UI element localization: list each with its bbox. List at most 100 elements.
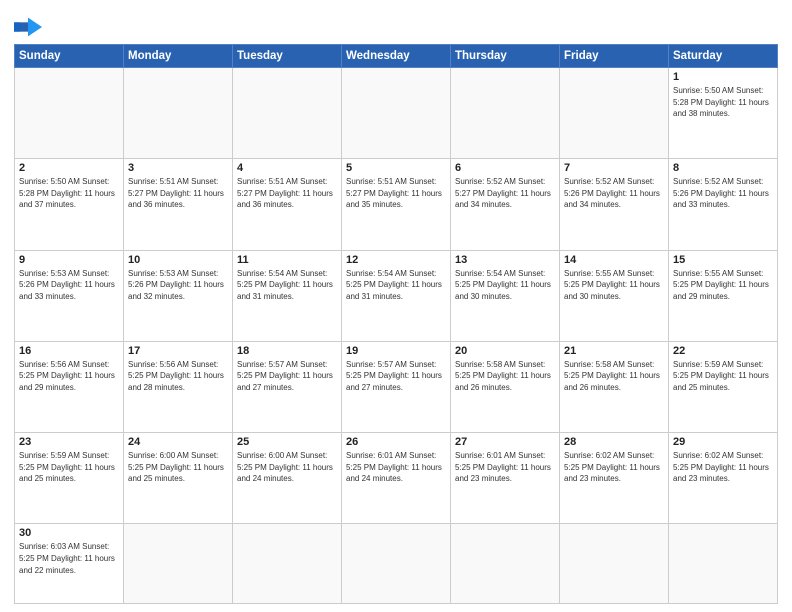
day-info: Sunrise: 5:52 AM Sunset: 5:26 PM Dayligh… [673, 176, 773, 211]
day-info: Sunrise: 5:58 AM Sunset: 5:25 PM Dayligh… [455, 359, 555, 394]
calendar-cell: 11 Sunrise: 5:54 AM Sunset: 5:25 PM Dayli… [233, 250, 342, 341]
day-info: Sunrise: 5:54 AM Sunset: 5:25 PM Dayligh… [346, 268, 446, 303]
day-info: Sunrise: 5:59 AM Sunset: 5:25 PM Dayligh… [19, 450, 119, 485]
calendar-week-2: 9 Sunrise: 5:53 AM Sunset: 5:26 PM Daylig… [15, 250, 778, 341]
day-info: Sunrise: 6:02 AM Sunset: 5:25 PM Dayligh… [564, 450, 664, 485]
calendar-week-0: 1 Sunrise: 5:50 AM Sunset: 5:28 PM Daylig… [15, 68, 778, 159]
calendar-cell [233, 524, 342, 604]
day-info: Sunrise: 5:52 AM Sunset: 5:26 PM Dayligh… [564, 176, 664, 211]
day-number: 9 [19, 254, 119, 266]
day-number: 21 [564, 345, 664, 357]
day-number: 29 [673, 436, 773, 448]
day-info: Sunrise: 5:59 AM Sunset: 5:25 PM Dayligh… [673, 359, 773, 394]
day-info: Sunrise: 5:51 AM Sunset: 5:27 PM Dayligh… [128, 176, 228, 211]
calendar-cell: 20 Sunrise: 5:58 AM Sunset: 5:25 PM Dayli… [451, 341, 560, 432]
day-number: 18 [237, 345, 337, 357]
weekday-header-tuesday: Tuesday [233, 45, 342, 68]
calendar-cell [15, 68, 124, 159]
day-number: 15 [673, 254, 773, 266]
day-info: Sunrise: 6:01 AM Sunset: 5:25 PM Dayligh… [346, 450, 446, 485]
calendar-cell [342, 68, 451, 159]
day-number: 8 [673, 162, 773, 174]
day-number: 30 [19, 527, 119, 539]
calendar-cell: 10 Sunrise: 5:53 AM Sunset: 5:26 PM Dayli… [124, 250, 233, 341]
day-number: 25 [237, 436, 337, 448]
day-number: 22 [673, 345, 773, 357]
day-info: Sunrise: 6:00 AM Sunset: 5:25 PM Dayligh… [237, 450, 337, 485]
calendar-cell [560, 68, 669, 159]
day-number: 3 [128, 162, 228, 174]
calendar-cell [342, 524, 451, 604]
calendar-cell: 17 Sunrise: 5:56 AM Sunset: 5:25 PM Dayli… [124, 341, 233, 432]
weekday-header-thursday: Thursday [451, 45, 560, 68]
calendar-week-4: 23 Sunrise: 5:59 AM Sunset: 5:25 PM Dayli… [15, 433, 778, 524]
day-info: Sunrise: 5:54 AM Sunset: 5:25 PM Dayligh… [237, 268, 337, 303]
day-number: 11 [237, 254, 337, 266]
calendar-cell: 16Sunrise: 5:56 AM Sunset: 5:25 PM Dayli… [15, 341, 124, 432]
day-info: Sunrise: 5:54 AM Sunset: 5:25 PM Dayligh… [455, 268, 555, 303]
day-number: 13 [455, 254, 555, 266]
calendar-cell: 12 Sunrise: 5:54 AM Sunset: 5:25 PM Dayli… [342, 250, 451, 341]
weekday-header-friday: Friday [560, 45, 669, 68]
day-info: Sunrise: 5:50 AM Sunset: 5:28 PM Dayligh… [19, 176, 119, 211]
day-number: 17 [128, 345, 228, 357]
header [14, 10, 778, 38]
generalblue-icon [14, 16, 42, 38]
calendar-cell: 22 Sunrise: 5:59 AM Sunset: 5:25 PM Dayli… [669, 341, 778, 432]
calendar-cell [451, 68, 560, 159]
calendar-cell: 25 Sunrise: 6:00 AM Sunset: 5:25 PM Dayli… [233, 433, 342, 524]
calendar-cell: 1 Sunrise: 5:50 AM Sunset: 5:28 PM Daylig… [669, 68, 778, 159]
weekday-header-row: SundayMondayTuesdayWednesdayThursdayFrid… [15, 45, 778, 68]
calendar-cell: 19Sunrise: 5:57 AM Sunset: 5:25 PM Dayli… [342, 341, 451, 432]
calendar-cell: 2 Sunrise: 5:50 AM Sunset: 5:28 PM Daylig… [15, 159, 124, 250]
day-number: 23 [19, 436, 119, 448]
day-info: Sunrise: 5:51 AM Sunset: 5:27 PM Dayligh… [237, 176, 337, 211]
calendar-cell [233, 68, 342, 159]
calendar-cell: 5 Sunrise: 5:51 AM Sunset: 5:27 PM Daylig… [342, 159, 451, 250]
day-info: Sunrise: 5:53 AM Sunset: 5:26 PM Dayligh… [128, 268, 228, 303]
calendar-cell: 23 Sunrise: 5:59 AM Sunset: 5:25 PM Dayli… [15, 433, 124, 524]
day-info: Sunrise: 5:55 AM Sunset: 5:25 PM Dayligh… [673, 268, 773, 303]
day-info: Sunrise: 5:53 AM Sunset: 5:26 PM Dayligh… [19, 268, 119, 303]
day-info: Sunrise: 5:50 AM Sunset: 5:28 PM Dayligh… [673, 85, 773, 120]
calendar-cell: 30Sunrise: 6:03 AM Sunset: 5:25 PM Dayli… [15, 524, 124, 604]
day-number: 24 [128, 436, 228, 448]
calendar-cell: 8 Sunrise: 5:52 AM Sunset: 5:26 PM Daylig… [669, 159, 778, 250]
day-number: 6 [455, 162, 555, 174]
calendar-cell: 18 Sunrise: 5:57 AM Sunset: 5:25 PM Dayli… [233, 341, 342, 432]
calendar-cell: 15 Sunrise: 5:55 AM Sunset: 5:25 PM Dayli… [669, 250, 778, 341]
day-number: 2 [19, 162, 119, 174]
day-number: 12 [346, 254, 446, 266]
day-number: 26 [346, 436, 446, 448]
day-number: 10 [128, 254, 228, 266]
day-info: Sunrise: 5:58 AM Sunset: 5:25 PM Dayligh… [564, 359, 664, 394]
weekday-header-sunday: Sunday [15, 45, 124, 68]
day-info: Sunrise: 6:01 AM Sunset: 5:25 PM Dayligh… [455, 450, 555, 485]
calendar-cell: 29Sunrise: 6:02 AM Sunset: 5:25 PM Dayli… [669, 433, 778, 524]
logo [14, 16, 46, 38]
calendar-cell: 26 Sunrise: 6:01 AM Sunset: 5:25 PM Dayli… [342, 433, 451, 524]
calendar-week-3: 16 Sunrise: 5:56 AM Sunset: 5:25 PM Dayli… [15, 341, 778, 432]
day-info: Sunrise: 5:56 AM Sunset: 5:25 PM Dayligh… [128, 359, 228, 394]
calendar-week-5: 30Sunrise: 6:03 AM Sunset: 5:25 PM Dayli… [15, 524, 778, 604]
calendar-week-1: 2 Sunrise: 5:50 AM Sunset: 5:28 PM Daylig… [15, 159, 778, 250]
day-number: 27 [455, 436, 555, 448]
calendar-table: SundayMondayTuesdayWednesdayThursdayFrid… [14, 44, 778, 604]
calendar-cell: 3 Sunrise: 5:51 AM Sunset: 5:27 PM Daylig… [124, 159, 233, 250]
weekday-header-wednesday: Wednesday [342, 45, 451, 68]
page: SundayMondayTuesdayWednesdayThursdayFrid… [0, 0, 792, 612]
day-info: Sunrise: 5:51 AM Sunset: 5:27 PM Dayligh… [346, 176, 446, 211]
calendar-cell: 21 Sunrise: 5:58 AM Sunset: 5:25 PM Dayli… [560, 341, 669, 432]
day-number: 19 [346, 345, 446, 357]
day-info: Sunrise: 5:57 AM Sunset: 5:25 PM Dayligh… [237, 359, 337, 394]
day-number: 5 [346, 162, 446, 174]
calendar-cell [124, 524, 233, 604]
calendar-cell [451, 524, 560, 604]
day-number: 16 [19, 345, 119, 357]
day-info: Sunrise: 5:52 AM Sunset: 5:27 PM Dayligh… [455, 176, 555, 211]
calendar-cell: 24Sunrise: 6:00 AM Sunset: 5:25 PM Dayli… [124, 433, 233, 524]
day-number: 1 [673, 71, 773, 83]
day-number: 20 [455, 345, 555, 357]
day-info: Sunrise: 5:55 AM Sunset: 5:25 PM Dayligh… [564, 268, 664, 303]
day-number: 7 [564, 162, 664, 174]
